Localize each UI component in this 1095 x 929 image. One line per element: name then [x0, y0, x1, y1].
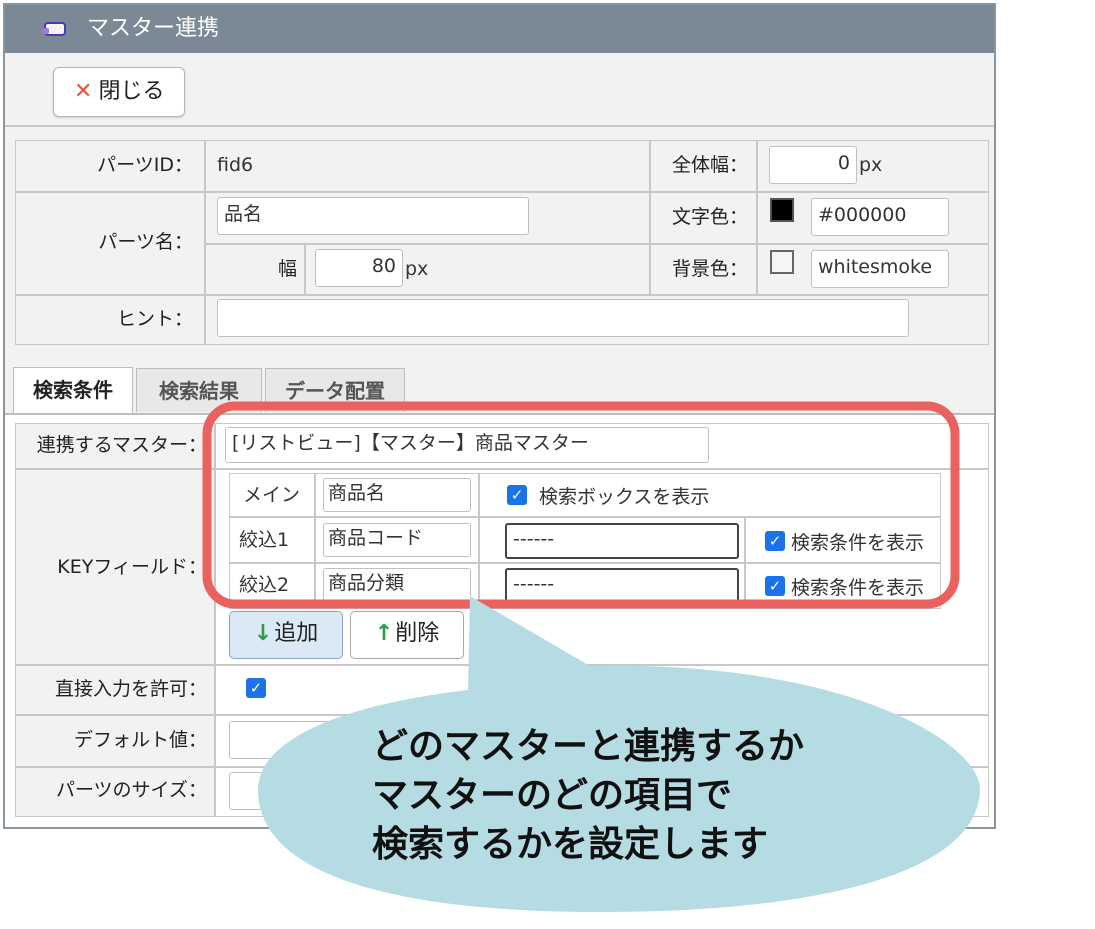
- callout-line: 検索するかを設定します: [372, 824, 769, 865]
- callout-text: どのマスターと連携するか マスターのどの項目で 検索するかを設定します: [372, 722, 932, 869]
- callout-line: マスターのどの項目で: [372, 775, 733, 816]
- callout-line: どのマスターと連携するか: [372, 726, 805, 767]
- highlight-frame: [202, 401, 960, 609]
